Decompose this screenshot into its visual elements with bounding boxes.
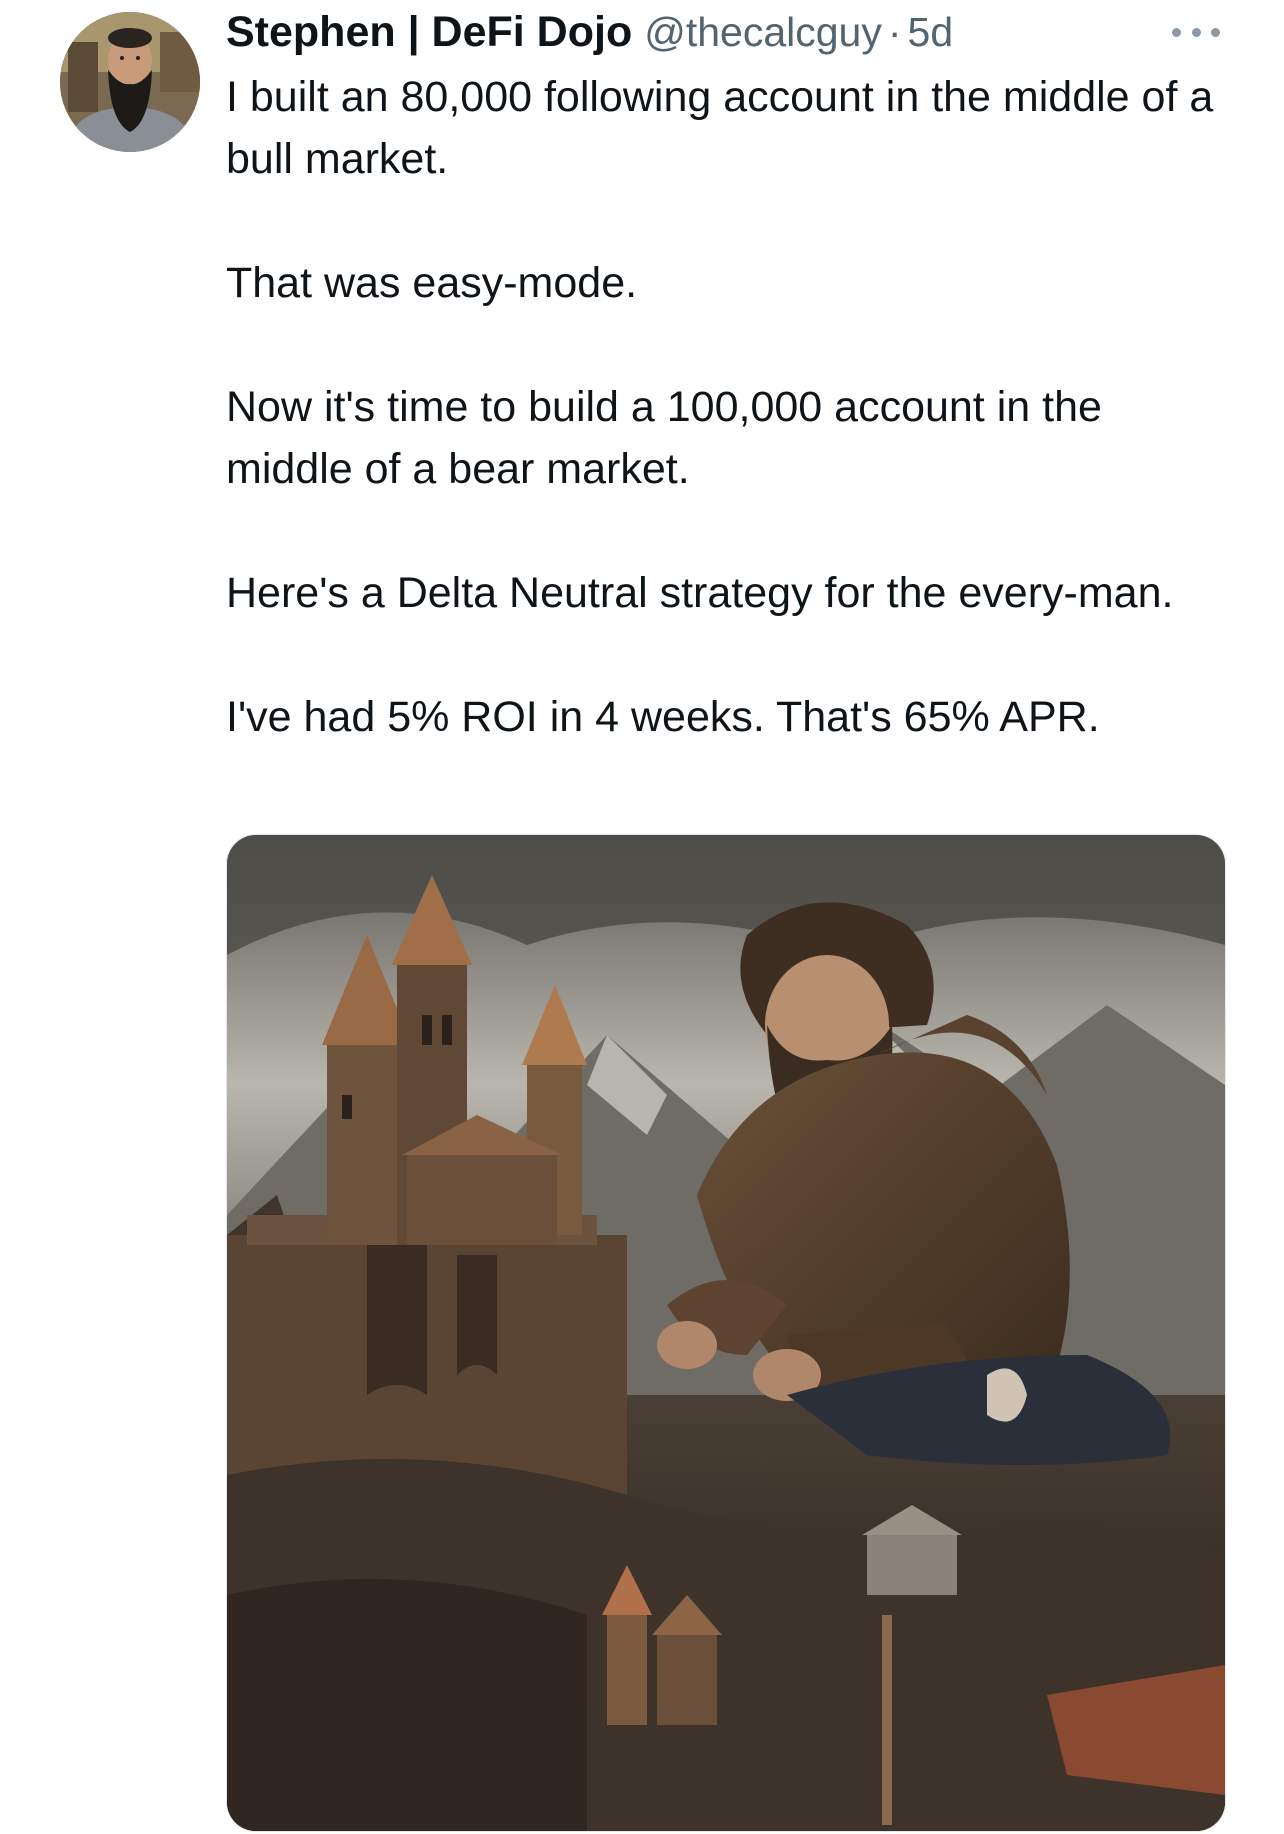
tweet-paragraph: That was easy-mode. — [226, 259, 638, 307]
avatar[interactable] — [60, 12, 200, 152]
more-horizontal-icon[interactable] — [1172, 20, 1220, 44]
tweet-text: I built an 80,000 following account in t… — [226, 66, 1226, 810]
more-dot — [1191, 27, 1201, 37]
meta-separator: · — [887, 9, 902, 55]
tweet-timestamp[interactable]: 5d — [908, 9, 954, 56]
more-dot — [1172, 27, 1181, 37]
tweet-header: Stephen | DeFi Dojo @thecalcguy · 5d — [226, 8, 953, 62]
tweet-paragraph: Now it's time to build a 100,000 account… — [226, 383, 1102, 493]
tweet[interactable]: Stephen | DeFi Dojo @thecalcguy · 5d I b… — [0, 0, 1284, 1834]
author-handle[interactable]: @thecalcguy — [644, 9, 882, 56]
more-dot — [1211, 27, 1220, 37]
author-display-name[interactable]: Stephen | DeFi Dojo — [226, 8, 632, 57]
tweet-paragraph: I built an 80,000 following account in t… — [226, 73, 1214, 183]
tweet-paragraph: Here's a Delta Neutral strategy for the … — [226, 569, 1174, 617]
tweet-paragraph: I've had 5% ROI in 4 weeks. That's 65% A… — [226, 693, 1100, 741]
tweet-image[interactable] — [226, 834, 1226, 1832]
